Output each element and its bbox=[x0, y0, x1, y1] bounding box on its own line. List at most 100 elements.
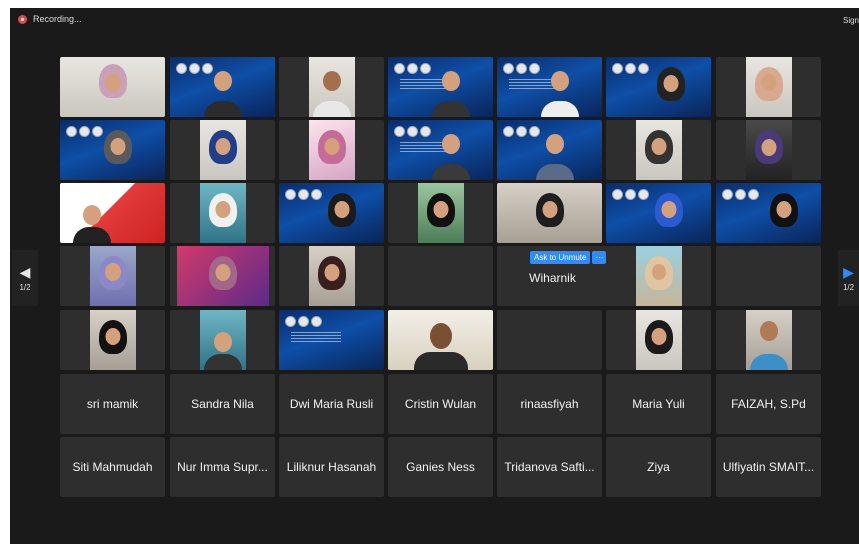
video-tile[interactable] bbox=[170, 120, 275, 180]
participant-tile[interactable]: Ganies Ness bbox=[388, 437, 493, 497]
participant-tile[interactable]: Dwi Maria Rusli bbox=[279, 374, 384, 434]
participant-video bbox=[745, 120, 792, 180]
video-tile[interactable] bbox=[279, 310, 384, 370]
participant-face bbox=[324, 138, 339, 155]
participant-face bbox=[551, 71, 569, 92]
slide-logos bbox=[285, 189, 322, 200]
video-tile[interactable] bbox=[279, 57, 384, 117]
more-options-button[interactable]: ··· bbox=[592, 251, 607, 264]
participant-tile[interactable]: Tridanova Safti... bbox=[497, 437, 602, 497]
video-tile[interactable] bbox=[606, 57, 711, 117]
recording-indicator[interactable]: Recording... bbox=[18, 14, 82, 24]
participant-body bbox=[312, 101, 351, 117]
participant-tile[interactable]: Siti Mahmudah bbox=[60, 437, 165, 497]
video-tile[interactable] bbox=[716, 57, 821, 117]
participant-face bbox=[433, 201, 448, 218]
video-tile[interactable] bbox=[279, 120, 384, 180]
video-tile[interactable] bbox=[606, 310, 711, 370]
participant-tile[interactable]: Ziya bbox=[606, 437, 711, 497]
slide-logos bbox=[394, 126, 431, 137]
video-tile[interactable] bbox=[170, 310, 275, 370]
video-tile[interactable] bbox=[606, 246, 711, 306]
video-tile[interactable] bbox=[60, 120, 165, 180]
page-indicator: 1/2 bbox=[19, 282, 31, 292]
participant-tile[interactable]: sri mamik bbox=[60, 374, 165, 434]
video-tile[interactable] bbox=[60, 246, 165, 306]
participant-name: rinaasfiyah bbox=[520, 397, 579, 411]
slide-logos bbox=[722, 189, 759, 200]
slide-logos bbox=[503, 126, 540, 137]
video-tile[interactable] bbox=[606, 120, 711, 180]
slide-logos bbox=[612, 189, 649, 200]
participant-tile[interactable]: rinaasfiyah bbox=[497, 374, 602, 434]
slide-logos bbox=[285, 316, 322, 327]
participant-tile[interactable]: Nur Imma Supr... bbox=[170, 437, 275, 497]
slide-logos bbox=[503, 63, 540, 74]
video-tile[interactable] bbox=[497, 120, 602, 180]
video-tile[interactable] bbox=[279, 246, 384, 306]
video-tile-camera-off[interactable] bbox=[716, 246, 821, 306]
participant-face bbox=[542, 201, 557, 218]
participant-face bbox=[104, 262, 121, 281]
video-tile[interactable] bbox=[279, 183, 384, 243]
slide-logos bbox=[176, 63, 213, 74]
participant-video bbox=[89, 246, 136, 306]
participant-video bbox=[497, 183, 602, 243]
video-tile-camera-off[interactable] bbox=[497, 310, 602, 370]
video-tile[interactable] bbox=[170, 183, 275, 243]
participant-video bbox=[308, 246, 355, 306]
video-tile[interactable] bbox=[60, 183, 165, 243]
participant-tile[interactable]: FAIZAH, S.Pd bbox=[716, 374, 821, 434]
video-tile[interactable] bbox=[60, 57, 165, 117]
sign-in-link[interactable]: Sign bbox=[843, 16, 859, 25]
previous-page-button[interactable]: ◀ 1/2 bbox=[12, 250, 38, 306]
participant-name: Ulfiyatin SMAIT... bbox=[722, 460, 815, 474]
participant-body bbox=[203, 354, 242, 370]
participant-face bbox=[215, 201, 230, 218]
video-tile[interactable] bbox=[388, 120, 493, 180]
participant-name: Ganies Ness bbox=[406, 460, 475, 474]
participant-tile[interactable]: Maria Yuli bbox=[606, 374, 711, 434]
video-tile[interactable] bbox=[716, 310, 821, 370]
participant-tile[interactable]: Cristin Wulan bbox=[388, 374, 493, 434]
participant-video bbox=[308, 120, 355, 180]
participant-face bbox=[110, 138, 126, 155]
video-tile[interactable] bbox=[606, 183, 711, 243]
video-tile[interactable] bbox=[716, 183, 821, 243]
participant-video bbox=[497, 120, 602, 180]
participant-face bbox=[651, 138, 666, 155]
participant-tile[interactable]: Liliknur Hasanah bbox=[279, 437, 384, 497]
video-tile[interactable] bbox=[388, 57, 493, 117]
video-tile[interactable] bbox=[497, 183, 602, 243]
next-page-button[interactable]: ▶ 1/2 bbox=[838, 250, 859, 306]
participant-video bbox=[745, 310, 792, 370]
video-tile[interactable] bbox=[716, 120, 821, 180]
slide-logos bbox=[66, 126, 103, 137]
participant-tile[interactable]: Ulfiyatin SMAIT... bbox=[716, 437, 821, 497]
video-tile-active-speaker[interactable] bbox=[170, 57, 275, 117]
participant-face bbox=[213, 71, 232, 92]
participant-video bbox=[606, 57, 711, 117]
ask-to-unmute-button[interactable]: Ask to Unmute bbox=[530, 251, 591, 264]
video-tile[interactable] bbox=[497, 57, 602, 117]
chevron-left-icon: ◀ bbox=[19, 263, 31, 280]
participant-video bbox=[279, 310, 384, 370]
video-tile[interactable] bbox=[170, 246, 275, 306]
participant-video bbox=[388, 310, 493, 370]
participant-name: Wiharnik bbox=[529, 271, 576, 285]
video-tile[interactable] bbox=[388, 183, 493, 243]
record-icon bbox=[18, 14, 27, 24]
participant-name: Liliknur Hasanah bbox=[286, 460, 377, 474]
recording-label: Recording... bbox=[33, 14, 82, 24]
participant-face bbox=[545, 134, 564, 155]
participant-video bbox=[716, 183, 821, 243]
participant-tile[interactable]: Sandra Nila bbox=[170, 374, 275, 434]
video-tile-camera-off[interactable] bbox=[388, 246, 493, 306]
participant-video bbox=[308, 57, 355, 117]
video-tile[interactable] bbox=[60, 310, 165, 370]
participant-video bbox=[417, 183, 464, 243]
video-tile[interactable] bbox=[388, 310, 493, 370]
participant-video bbox=[60, 120, 165, 180]
participant-video bbox=[199, 120, 246, 180]
participant-video bbox=[606, 183, 711, 243]
